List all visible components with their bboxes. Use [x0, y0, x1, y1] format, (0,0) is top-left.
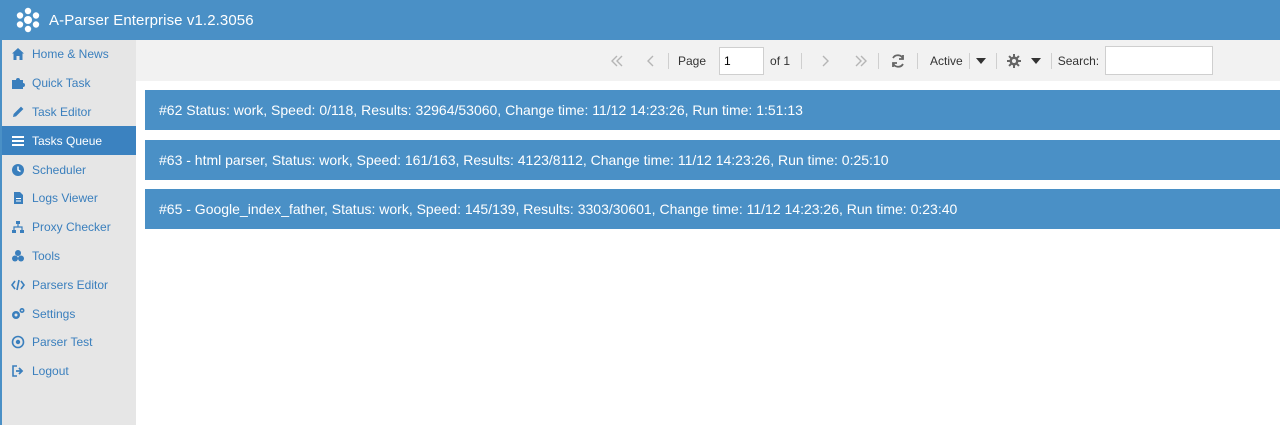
sidebar-item-label: Parsers Editor	[32, 277, 109, 292]
status-filter-caret-icon[interactable]	[970, 50, 992, 72]
file-icon	[10, 190, 26, 206]
sidebar-item-label: Proxy Checker	[32, 220, 111, 235]
sidebar-item-label: Quick Task	[32, 76, 91, 91]
task-row[interactable]: #62 Status: work, Speed: 0/118, Results:…	[145, 90, 1280, 130]
a-parser-logo-icon	[13, 5, 43, 35]
sidebar-item-home-news[interactable]: Home & News	[2, 40, 136, 69]
code-icon	[10, 277, 26, 293]
page-label: Page	[678, 53, 707, 68]
sidebar-item-label: Home & News	[32, 47, 109, 62]
clock-icon	[10, 162, 26, 178]
sidebar-item-label: Parser Test	[32, 335, 93, 350]
sidebar-item-label: Logs Viewer	[32, 191, 98, 206]
last-page-icon[interactable]	[850, 50, 872, 72]
toolbar-separator	[995, 52, 997, 69]
sidebar-item-label: Tools	[32, 248, 61, 263]
refresh-icon[interactable]	[887, 50, 909, 72]
cubes-icon	[10, 248, 26, 264]
task-row[interactable]: #63 - html parser, Status: work, Speed: …	[145, 140, 1280, 180]
sidebar-item-tools[interactable]: Tools	[2, 242, 136, 271]
page-number-input[interactable]	[719, 46, 765, 75]
sidebar-item-logout[interactable]: Logout	[2, 357, 136, 386]
sidebar-item-label: Tasks Queue	[32, 133, 103, 148]
sidebar-item-parser-test[interactable]: Parser Test	[2, 328, 136, 357]
home-icon	[10, 46, 26, 62]
first-page-icon[interactable]	[606, 50, 628, 72]
sitemap-icon	[10, 219, 26, 235]
sidebar-item-task-editor[interactable]: Task Editor	[2, 98, 136, 127]
puzzle-icon	[10, 75, 26, 91]
cogs-icon	[10, 306, 26, 322]
app-title: A-Parser Enterprise v1.2.3056	[49, 11, 254, 29]
sidebar-item-parsers-editor[interactable]: Parsers Editor	[2, 270, 136, 299]
list-icon	[10, 133, 26, 149]
toolbar-separator	[917, 52, 919, 69]
previous-page-icon[interactable]	[640, 50, 662, 72]
pencil-icon	[10, 104, 26, 120]
toolbar-separator	[878, 52, 880, 69]
target-icon	[10, 334, 26, 350]
page-count-label: of 1	[770, 53, 791, 68]
next-page-icon[interactable]	[814, 50, 836, 72]
sign-out-icon	[10, 363, 26, 379]
sidebar: Home & News Quick Task Task Editor Tasks…	[0, 40, 136, 425]
settings-caret-icon[interactable]	[1025, 50, 1047, 72]
sidebar-item-label: Task Editor	[32, 104, 92, 119]
search-input[interactable]	[1105, 46, 1214, 75]
status-filter-value[interactable]: Active	[930, 54, 963, 68]
main-content: Page of 1 Active	[136, 40, 1280, 425]
sidebar-item-label: Scheduler	[32, 162, 87, 177]
gear-icon[interactable]	[1003, 50, 1025, 72]
sidebar-item-label: Settings	[32, 306, 76, 321]
task-row[interactable]: #65 - Google_index_father, Status: work,…	[145, 189, 1280, 229]
toolbar-separator	[801, 52, 803, 69]
toolbar-separator	[1050, 52, 1052, 69]
sidebar-item-quick-task[interactable]: Quick Task	[2, 69, 136, 98]
pagination-toolbar: Page of 1 Active	[136, 40, 1280, 81]
top-bar: A-Parser Enterprise v1.2.3056	[0, 0, 1280, 40]
sidebar-item-tasks-queue[interactable]: Tasks Queue	[2, 126, 136, 156]
sidebar-item-scheduler[interactable]: Scheduler	[2, 155, 136, 184]
sidebar-item-proxy-checker[interactable]: Proxy Checker	[2, 213, 136, 242]
sidebar-item-logs-viewer[interactable]: Logs Viewer	[2, 184, 136, 213]
search-label: Search:	[1057, 53, 1100, 68]
sidebar-item-settings[interactable]: Settings	[2, 299, 136, 328]
toolbar-separator	[668, 52, 669, 69]
sidebar-item-label: Logout	[32, 364, 69, 379]
